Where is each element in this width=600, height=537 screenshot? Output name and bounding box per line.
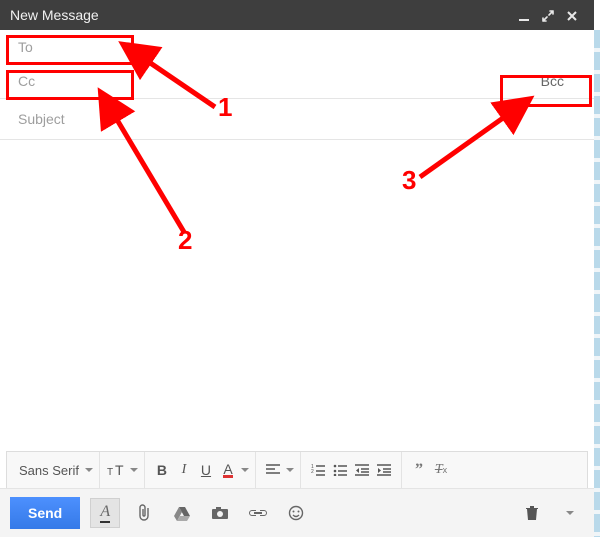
bulleted-list-button[interactable] [329,459,351,481]
header-fields: Bcc [0,30,594,140]
svg-text:T: T [107,467,113,477]
window-title: New Message [10,7,99,23]
minimize-button[interactable] [512,7,536,23]
italic-button[interactable]: I [173,459,195,481]
trash-icon [525,505,539,521]
bcc-link[interactable]: Bcc [527,71,578,91]
to-field[interactable] [16,38,578,56]
align-button[interactable] [262,459,284,481]
quote-button[interactable]: ” [408,459,430,481]
underline-button[interactable]: U [195,459,217,481]
expand-button[interactable] [536,7,560,23]
format-toolbar: Sans Serif TT B I U A 1 [6,451,588,489]
indent-more-button[interactable] [373,459,395,481]
drive-icon [173,505,191,521]
cc-row: Bcc [0,64,594,99]
svg-text:T: T [115,463,124,477]
link-icon [248,508,268,518]
subject-field[interactable] [16,110,578,128]
more-options-button[interactable] [556,499,584,527]
discard-draft-button[interactable] [518,499,546,527]
font-family-button[interactable]: Sans Serif [19,463,93,478]
titlebar: New Message [0,0,594,30]
insert-photo-button[interactable] [206,499,234,527]
indent-less-button[interactable] [351,459,373,481]
action-bar: Send A [0,488,594,537]
formatting-toggle-button[interactable]: A [90,498,120,528]
font-family-label: Sans Serif [19,463,79,478]
emoji-icon [288,505,304,521]
bold-button[interactable]: B [151,459,173,481]
close-button[interactable] [560,7,584,23]
compose-window: New Message Bcc Sans Serif [0,0,600,537]
remove-formatting-button[interactable]: Tx [430,459,452,481]
numbered-list-button[interactable]: 12 [307,459,329,481]
font-size-button[interactable]: TT [106,459,128,481]
paperclip-icon [136,504,152,522]
to-row [0,30,594,64]
chevron-down-icon [286,468,294,472]
chevron-down-icon [566,511,574,515]
background-edge [594,30,600,537]
chevron-down-icon [130,468,138,472]
camera-icon [211,506,229,520]
insert-emoji-button[interactable] [282,499,310,527]
text-color-button[interactable]: A [217,459,239,481]
subject-row [0,99,594,140]
chevron-down-icon [241,468,249,472]
chevron-down-icon [85,468,93,472]
body-area [0,172,594,447]
attach-file-button[interactable] [130,499,158,527]
insert-link-button[interactable] [244,499,272,527]
svg-text:2: 2 [311,469,314,475]
body-textarea[interactable] [0,172,594,447]
cc-field[interactable] [16,72,527,90]
insert-drive-button[interactable] [168,499,196,527]
send-button[interactable]: Send [10,497,80,529]
